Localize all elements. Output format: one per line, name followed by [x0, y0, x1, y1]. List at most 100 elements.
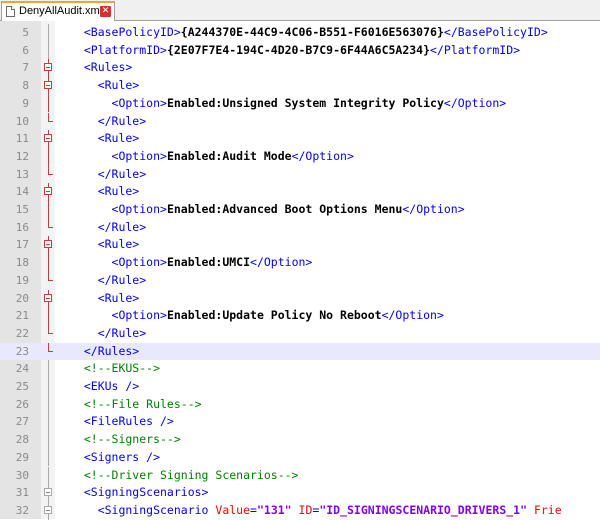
fold-toggle-icon[interactable]	[44, 293, 52, 302]
code-editor[interactable]: 5 <BasePolicyID>{A244370E-44C9-4C06-B551…	[0, 21, 600, 520]
code-line[interactable]: 27 <FileRules />	[0, 413, 600, 432]
line-number: 29	[15, 450, 29, 464]
file-icon	[6, 6, 15, 17]
file-tab[interactable]: DenyAllAudit.xml ✕	[1, 1, 115, 21]
code-text: </Rules>	[70, 343, 140, 358]
code-text: <Rule>	[70, 290, 140, 305]
line-number: 5	[22, 26, 29, 39]
code-line[interactable]: 21 <Option>Enabled:Update Policy No Rebo…	[0, 307, 600, 325]
line-number: 6	[22, 43, 29, 57]
code-text: <!--Signers-->	[70, 432, 181, 447]
fold-guide-line	[48, 94, 49, 113]
close-icon[interactable]: ✕	[100, 6, 111, 17]
code-line[interactable]: 14 <Rule>	[0, 183, 600, 202]
code-line[interactable]: 6 <PlatformID>{2E07F7E4-194C-4D20-B7C9-6…	[0, 41, 600, 60]
code-text: <Option>Enabled:Audit Mode</Option>	[70, 148, 354, 163]
code-line[interactable]: 16 </Rule>	[0, 218, 600, 237]
code-line[interactable]: 22 </Rule>	[0, 324, 600, 343]
fold-end-marker	[48, 165, 53, 175]
line-number: 8	[22, 79, 29, 93]
line-number: 24	[15, 362, 29, 376]
code-line[interactable]: 10 </Rule>	[0, 112, 600, 131]
code-text: <FileRules />	[70, 414, 174, 429]
fold-toggle-icon[interactable]	[44, 505, 52, 514]
line-number: 27	[15, 415, 29, 429]
code-text: <BasePolicyID>{A244370E-44C9-4C06-B551-F…	[70, 25, 548, 39]
fold-toggle-icon[interactable]	[44, 63, 52, 72]
code-text: <!--Driver Signing Scenarios-->	[70, 467, 299, 482]
line-number: 12	[15, 149, 29, 163]
code-text: <!--EKUS-->	[70, 361, 161, 376]
code-line[interactable]: 24 <!--EKUS-->	[0, 360, 600, 378]
fold-guide-line	[48, 147, 49, 166]
code-line[interactable]: 30 <!--Driver Signing Scenarios-->	[0, 466, 600, 485]
fold-guide-line	[48, 378, 49, 396]
fold-end-marker	[48, 218, 53, 228]
code-line[interactable]: 12 <Option>Enabled:Audit Mode</Option>	[0, 147, 600, 166]
code-text: <Option>Enabled:Unsigned System Integrit…	[70, 95, 507, 110]
code-text: </Rule>	[70, 219, 147, 234]
fold-guide-line	[48, 413, 49, 432]
code-line[interactable]: 18 <Option>Enabled:UMCI</Option>	[0, 254, 600, 272]
code-line[interactable]: 19 </Rule>	[0, 271, 600, 290]
code-line[interactable]: 25 <EKUs />	[0, 378, 600, 396]
fold-toggle-icon[interactable]	[44, 134, 52, 143]
code-text: <Option>Enabled:UMCI</Option>	[70, 255, 313, 270]
fold-guide-line	[48, 41, 49, 60]
code-line[interactable]: 32 <SigningScenario Value="131" ID="ID_S…	[0, 501, 600, 520]
line-number: 22	[15, 326, 29, 340]
fold-toggle-icon[interactable]	[44, 187, 52, 196]
line-number: 15	[15, 203, 29, 216]
code-line[interactable]: 17 <Rule>	[0, 236, 600, 255]
code-text: </Rule>	[70, 113, 147, 128]
fold-end-marker	[48, 112, 53, 122]
line-number: 30	[15, 468, 29, 482]
code-line[interactable]: 23 </Rules>	[0, 342, 600, 361]
code-line[interactable]: 31 <SigningScenarios>	[0, 484, 600, 502]
fold-guide-line	[48, 466, 49, 485]
code-text: <Signers />	[70, 449, 161, 464]
line-number: 19	[15, 273, 29, 287]
code-line[interactable]: 7 <Rules>	[0, 59, 600, 78]
code-text: <Rule>	[70, 131, 140, 146]
line-number: 18	[15, 256, 29, 270]
fold-guide-line	[48, 431, 49, 449]
fold-guide-line	[48, 201, 49, 219]
line-number: 14	[15, 185, 29, 199]
code-text: <PlatformID>{2E07F7E4-194C-4D20-B7C9-6F4…	[70, 42, 521, 57]
code-line[interactable]: 15 <Option>Enabled:Advanced Boot Options…	[0, 201, 600, 219]
fold-toggle-icon[interactable]	[44, 488, 52, 497]
code-line[interactable]: 5 <BasePolicyID>{A244370E-44C9-4C06-B551…	[0, 24, 600, 42]
line-number: 28	[15, 433, 29, 447]
code-text: <SigningScenario Value="131" ID="ID_SIGN…	[70, 502, 562, 517]
fold-end-marker	[48, 271, 53, 281]
line-number: 10	[15, 114, 29, 128]
line-number: 25	[15, 380, 29, 393]
code-line[interactable]: 9 <Option>Enabled:Unsigned System Integr…	[0, 94, 600, 113]
fold-guide-line	[48, 395, 49, 414]
code-text: <EKUs />	[70, 379, 140, 393]
code-text: </Rule>	[70, 325, 147, 340]
code-text: <SigningScenarios>	[70, 485, 209, 500]
code-text: <Rule>	[70, 237, 140, 252]
code-line[interactable]: 20 <Rule>	[0, 289, 600, 308]
code-line[interactable]: 11 <Rule>	[0, 130, 600, 149]
code-line[interactable]: 28 <!--Signers-->	[0, 431, 600, 449]
line-number: 17	[15, 238, 29, 252]
code-text: </Rule>	[70, 272, 147, 287]
line-number: 31	[15, 486, 29, 500]
fold-guide-line	[48, 254, 49, 272]
tab-bar: DenyAllAudit.xml ✕	[0, 0, 600, 21]
fold-guide-line	[48, 448, 49, 467]
fold-end-marker	[48, 324, 53, 334]
code-line[interactable]: 8 <Rule>	[0, 77, 600, 96]
code-line[interactable]: 26 <!--File Rules-->	[0, 395, 600, 414]
line-number: 7	[22, 61, 29, 75]
code-text: <Rule>	[70, 78, 140, 93]
code-text: <Option>Enabled:Advanced Boot Options Me…	[70, 202, 465, 216]
fold-toggle-icon[interactable]	[44, 240, 52, 249]
code-line[interactable]: 29 <Signers />	[0, 448, 600, 467]
code-line[interactable]: 13 </Rule>	[0, 165, 600, 184]
fold-toggle-icon[interactable]	[44, 81, 52, 90]
line-number: 11	[15, 132, 29, 146]
